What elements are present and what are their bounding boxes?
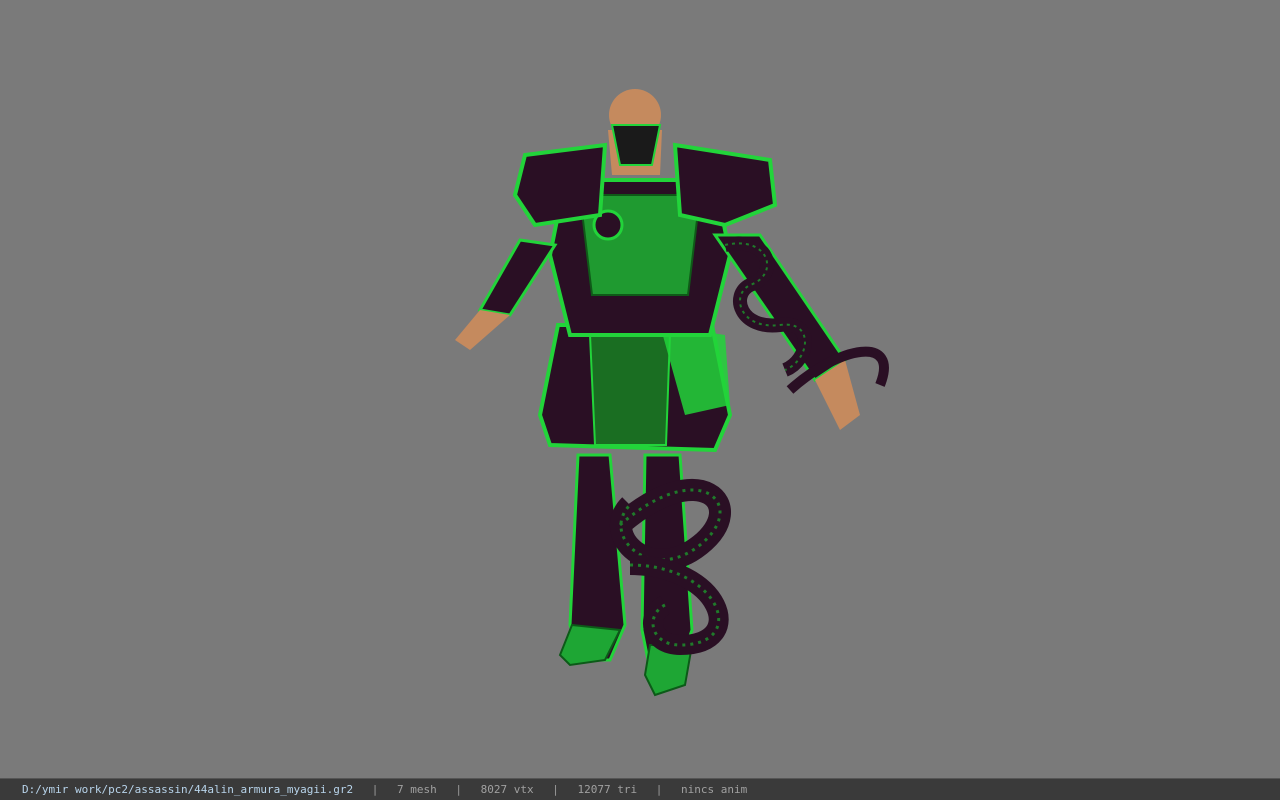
status-separator: | <box>655 783 663 796</box>
triangle-count: 12077 tri <box>577 783 638 796</box>
3d-viewport[interactable] <box>0 0 1280 778</box>
animation-status: nincs anim <box>680 783 748 796</box>
mesh-count: 7 mesh <box>397 783 437 796</box>
character-model <box>455 89 889 697</box>
status-separator: | <box>552 783 559 796</box>
file-path: D:/ymir work/pc2/assassin/44alin_armura_… <box>22 783 354 796</box>
status-separator: | <box>371 783 379 796</box>
vertex-count: 8027 vtx <box>480 783 534 796</box>
status-separator: | <box>455 783 463 796</box>
status-bar: D:/ymir work/pc2/assassin/44alin_armura_… <box>0 778 1280 800</box>
